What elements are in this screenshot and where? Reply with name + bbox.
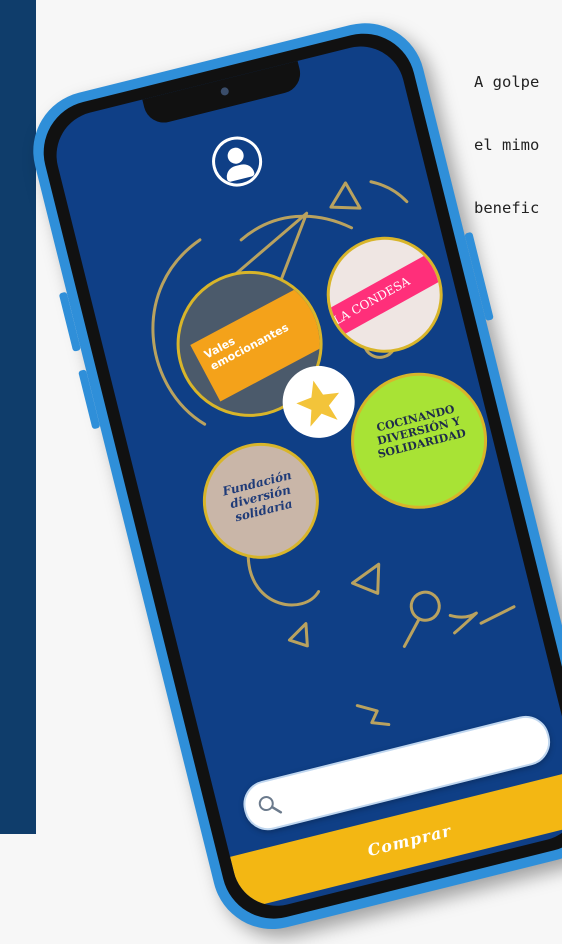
- photo-condesa: LA CONDESA: [314, 224, 456, 366]
- profile-icon-head: [225, 146, 246, 166]
- star-logo-svg: [296, 380, 340, 427]
- side-copy-text: A golpe el mimo benefic: [474, 30, 562, 240]
- side-copy-line-3: benefic: [474, 199, 540, 217]
- photo-fundacion: Fundación diversión solidaria: [190, 430, 332, 572]
- photo-cocinando: COCINANDO DIVERSIÓN Y SOLIDARIDAD: [336, 358, 502, 524]
- search-icon: [258, 796, 283, 814]
- side-copy-line-1: A golpe: [474, 73, 540, 91]
- side-copy-line-2: el mimo: [474, 136, 540, 154]
- condesa-ribbon: LA CONDESA: [320, 250, 449, 340]
- profile-icon[interactable]: [206, 131, 268, 192]
- condesa-ribbon-text: LA CONDESA: [330, 274, 413, 328]
- fundacion-label: Fundación diversión solidaria: [221, 467, 294, 525]
- cocinando-label: COCINANDO DIVERSIÓN Y SOLIDARIDAD: [375, 402, 468, 461]
- vales-card-title: Vales emocionantes: [202, 320, 291, 374]
- profile-icon-torso: [224, 162, 256, 183]
- camera-icon: [219, 86, 230, 97]
